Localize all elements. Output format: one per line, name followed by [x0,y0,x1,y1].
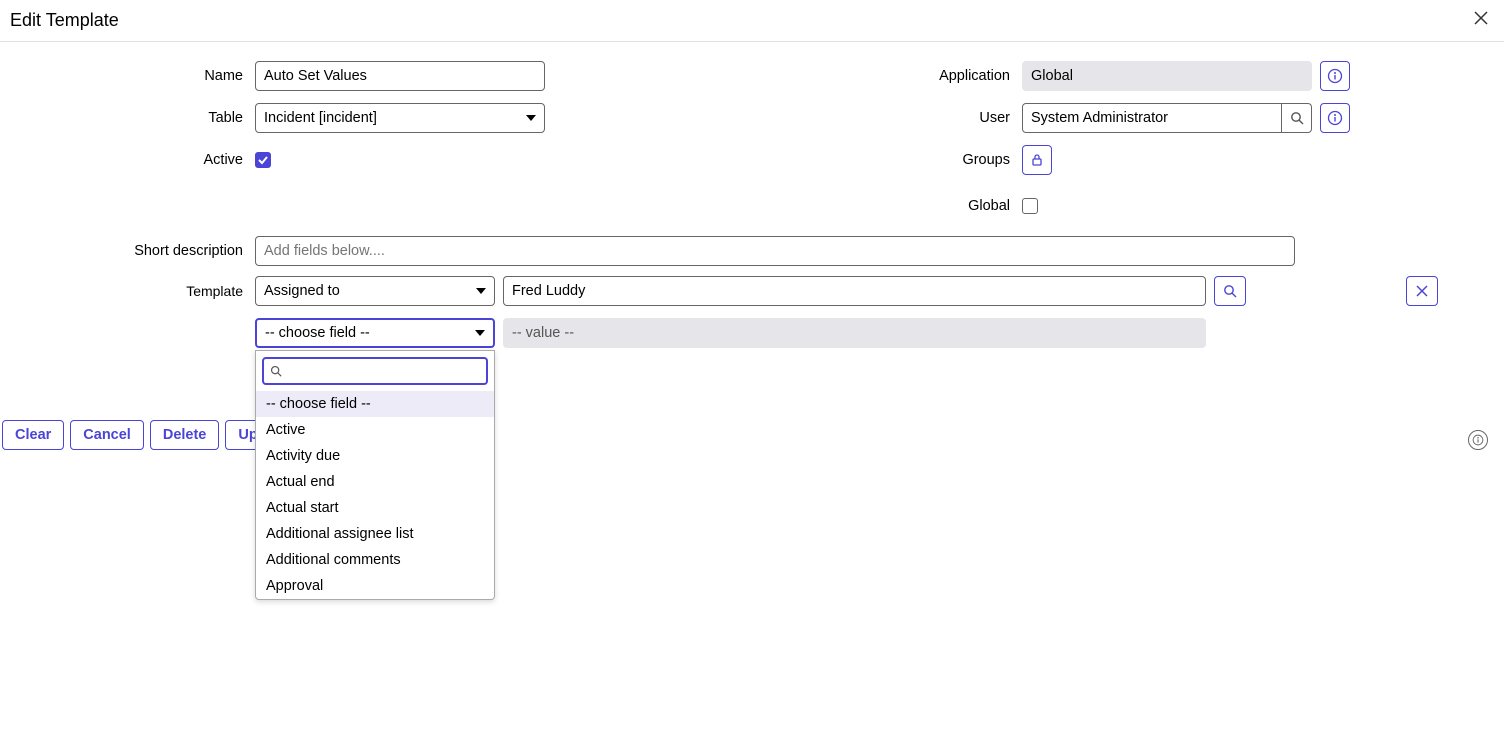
template-field-select-1-value: Assigned to [264,283,340,299]
caret-down-icon [476,288,486,294]
label-template: Template [60,283,255,299]
page-info-icon[interactable] [1468,430,1488,450]
form-area: Name Table Incident [incident] Active Ap… [0,42,1504,370]
short-description-input[interactable] [255,236,1295,266]
label-table: Table [60,110,255,126]
user-lookup-button[interactable] [1282,103,1312,133]
user-input[interactable] [1022,103,1282,133]
dialog-title: Edit Template [10,10,119,31]
field-dropdown: -- choose field -- Active Activity due A… [255,350,495,600]
label-groups: Groups [772,152,1022,168]
button-bar: Clear Cancel Delete Update [0,420,1504,450]
label-application: Application [772,68,1022,84]
groups-lock-button[interactable] [1022,145,1052,175]
dropdown-search-box[interactable] [262,357,488,385]
close-icon[interactable] [1474,11,1488,30]
label-short-description: Short description [60,243,255,259]
delete-button[interactable]: Delete [150,420,220,450]
table-select[interactable]: Incident [incident] [255,103,545,133]
dropdown-option[interactable]: Approval [256,573,494,599]
dropdown-option[interactable]: -- choose field -- [256,391,494,417]
label-user: User [772,110,1022,126]
name-input[interactable] [255,61,545,91]
global-checkbox[interactable] [1022,198,1038,214]
caret-down-icon [475,330,485,336]
template-value-input-1[interactable] [503,276,1206,306]
remove-row-button[interactable] [1406,276,1438,306]
clear-button[interactable]: Clear [2,420,64,450]
left-column: Name Table Incident [incident] Active [60,60,732,232]
cancel-button[interactable]: Cancel [70,420,144,450]
caret-down-icon [526,115,536,121]
search-icon [270,365,282,377]
label-name: Name [60,68,255,84]
application-info-button[interactable] [1320,61,1350,91]
dropdown-option[interactable]: Additional comments [256,547,494,573]
user-info-button[interactable] [1320,103,1350,133]
right-column: Application User Groups [772,60,1444,232]
template-field-select-2[interactable]: -- choose field -- [255,318,495,348]
dropdown-option[interactable]: Activity due [256,443,494,469]
template-field-select-2-value: -- choose field -- [265,325,370,341]
label-global: Global [772,198,1022,214]
template-value-lookup-1[interactable] [1214,276,1246,306]
application-input [1022,61,1312,91]
dialog-header: Edit Template [0,0,1504,42]
dropdown-search-input[interactable] [286,362,480,380]
template-field-select-1[interactable]: Assigned to [255,276,495,306]
dropdown-option[interactable]: Actual start [256,495,494,521]
active-checkbox[interactable] [255,152,271,168]
dropdown-option[interactable]: Additional assignee list [256,521,494,547]
template-value-input-2 [503,318,1206,348]
table-select-value: Incident [incident] [264,110,377,126]
dropdown-option[interactable]: Actual end [256,469,494,495]
dropdown-option[interactable]: Active [256,417,494,443]
label-active: Active [60,152,255,168]
